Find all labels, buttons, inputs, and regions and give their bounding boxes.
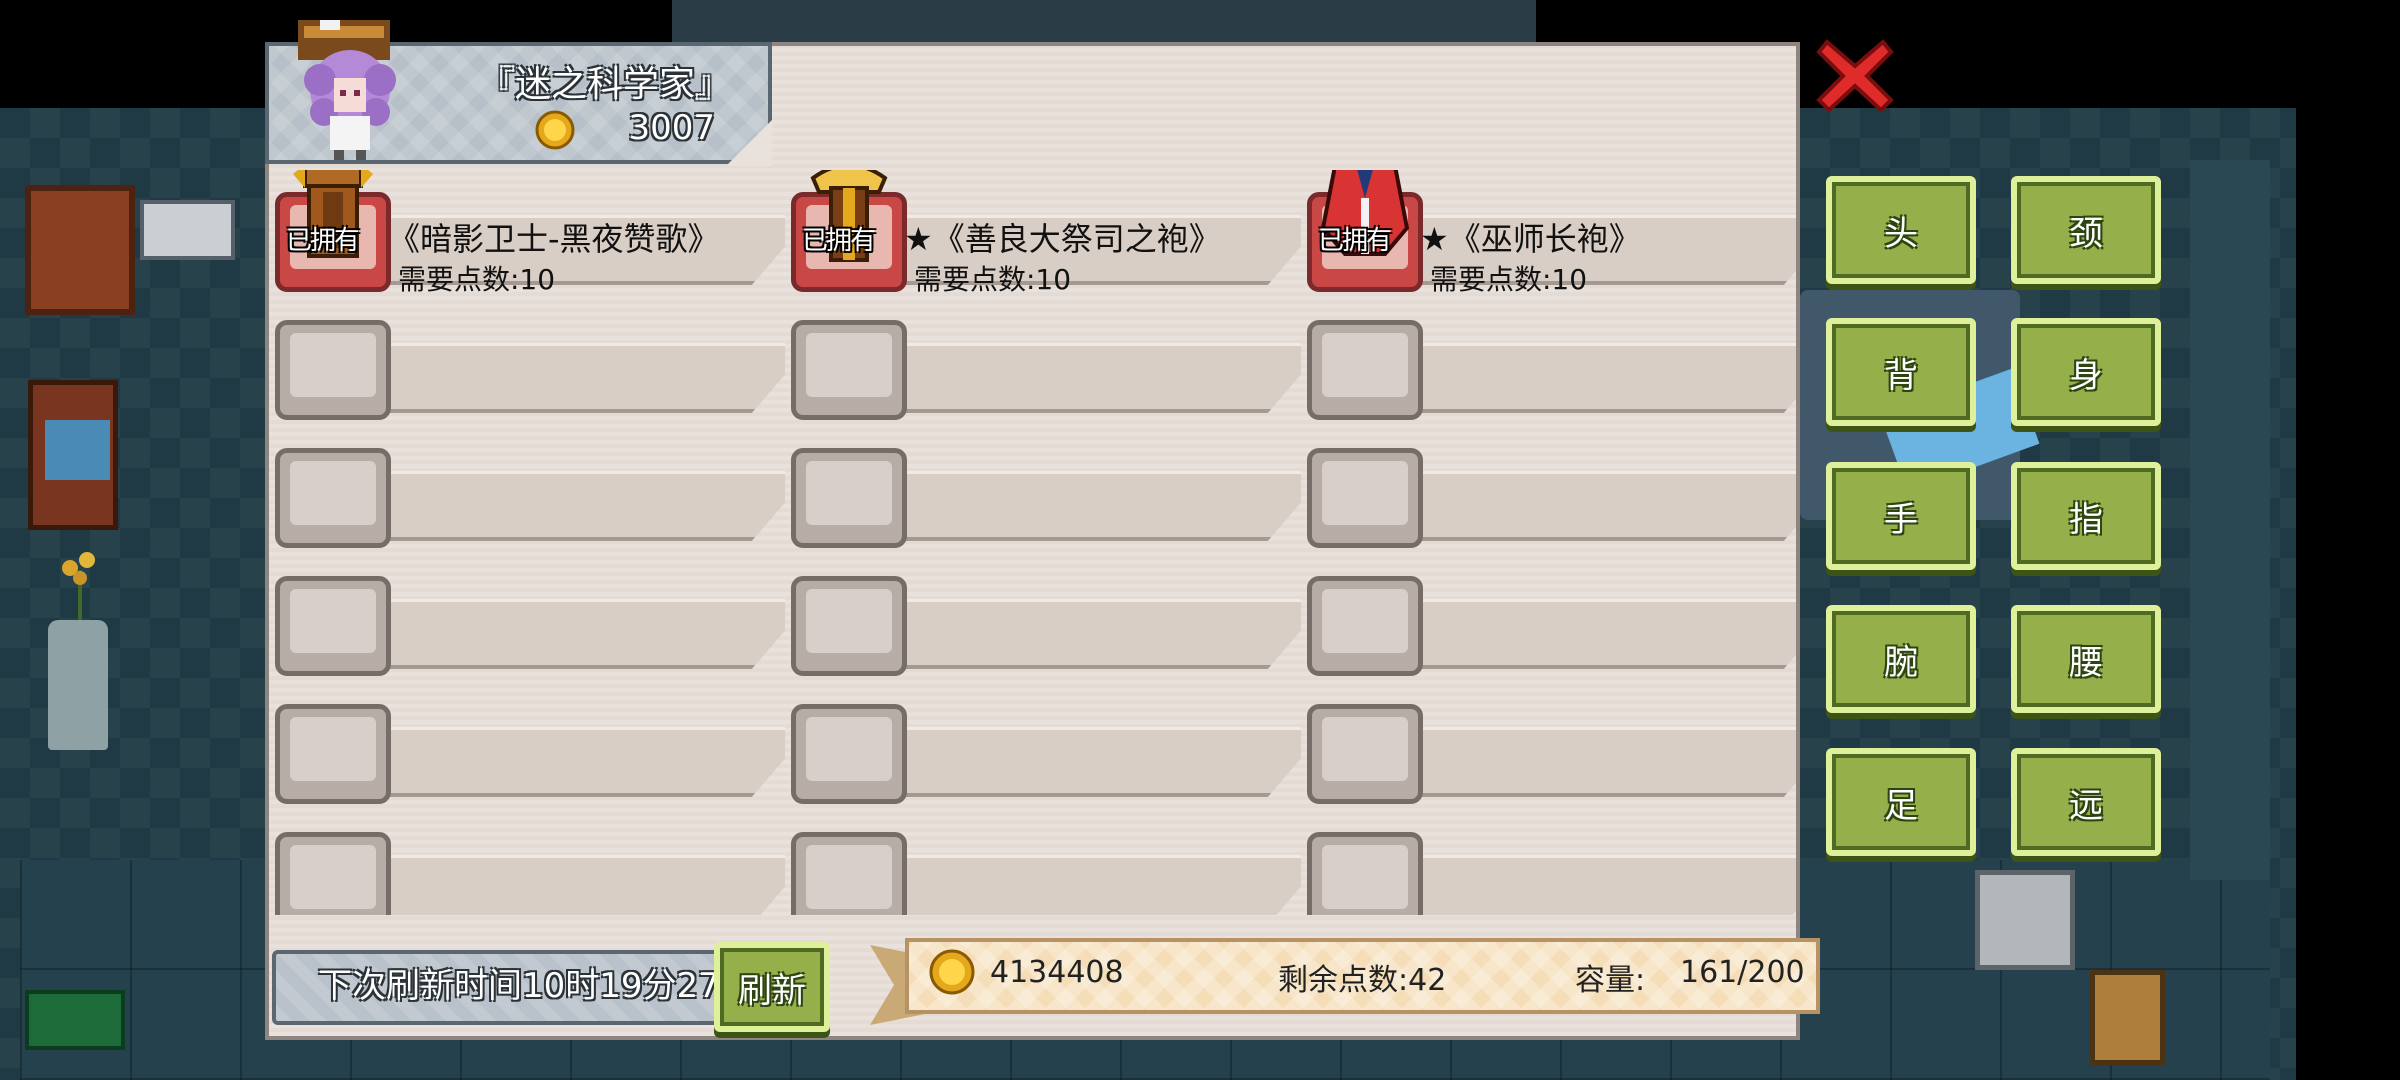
empty-item-cell[interactable] — [1302, 682, 1796, 804]
empty-item-slot — [791, 448, 907, 548]
character-card-fold — [726, 120, 772, 166]
empty-item-slot — [275, 576, 391, 676]
empty-item-slot — [791, 704, 907, 804]
item-row — [270, 682, 1796, 804]
capacity-label: 容量: — [1575, 963, 1646, 998]
background-circuit-board — [25, 990, 125, 1050]
capacity-value: 161/200 — [1680, 955, 1805, 990]
empty-item-cell[interactable] — [1302, 810, 1796, 915]
empty-item-slot — [1307, 832, 1423, 915]
category-waist-button[interactable]: 腰 — [2011, 605, 2161, 713]
gold-coin-icon — [929, 949, 975, 995]
empty-item-cell[interactable] — [270, 810, 790, 915]
scientist-avatar-icon — [298, 20, 396, 160]
gold-coin-icon — [535, 110, 575, 150]
empty-item-cell[interactable] — [270, 298, 790, 420]
item-cost: 需要点数:10 — [914, 263, 1072, 296]
owned-label: 已拥有 — [1318, 226, 1392, 256]
empty-item-cell[interactable] — [786, 298, 1306, 420]
item-row — [270, 554, 1796, 676]
background-right-wall — [2190, 160, 2270, 880]
item-grid: 已拥有 《暗影卫士-黑夜赞歌》 需要点数:10 已拥有 ★《善良大祭司之袍》 需… — [270, 170, 1796, 915]
item-row: 已拥有 《暗影卫士-黑夜赞歌》 需要点数:10 已拥有 ★《善良大祭司之袍》 需… — [270, 170, 1796, 296]
empty-item-cell[interactable] — [1302, 426, 1796, 548]
item-name: ★《善良大祭司之袍》 — [904, 220, 1221, 258]
category-head-button[interactable]: 头 — [1826, 176, 1976, 284]
category-body-button[interactable]: 身 — [2011, 318, 2161, 426]
empty-item-slot — [275, 704, 391, 804]
category-foot-button[interactable]: 足 — [1826, 748, 1976, 856]
empty-item-cell[interactable] — [786, 554, 1306, 676]
category-finger-button[interactable]: 指 — [2011, 462, 2161, 570]
background-lantern — [2090, 970, 2165, 1065]
empty-item-cell[interactable] — [1302, 298, 1796, 420]
item-row — [270, 298, 1796, 420]
character-name: 『迷之科学家』 — [478, 64, 731, 105]
background-vase — [48, 620, 108, 750]
category-back-button[interactable]: 背 — [1826, 318, 1976, 426]
item-row — [270, 426, 1796, 548]
category-hand-button[interactable]: 手 — [1826, 462, 1976, 570]
background-device — [140, 200, 235, 260]
refresh-button[interactable]: 刷新 — [714, 942, 830, 1032]
empty-item-cell[interactable] — [270, 682, 790, 804]
background-plant — [62, 552, 95, 630]
empty-item-cell[interactable] — [786, 810, 1306, 915]
character-coin-count: 3007 — [628, 108, 715, 148]
item-name: 《暗影卫士-黑夜赞歌》 — [388, 220, 720, 258]
item-cell[interactable]: 已拥有 ★《善良大祭司之袍》 需要点数:10 — [786, 170, 1306, 296]
empty-item-cell[interactable] — [270, 426, 790, 548]
empty-item-cell[interactable] — [786, 682, 1306, 804]
item-row — [270, 810, 1796, 915]
empty-item-slot — [275, 320, 391, 420]
background-cabinet — [25, 185, 135, 315]
remaining-points: 剩余点数:42 — [1278, 963, 1447, 998]
empty-item-slot — [1307, 704, 1423, 804]
owned-label: 已拥有 — [802, 226, 876, 256]
empty-item-cell[interactable] — [270, 554, 790, 676]
item-cell[interactable]: 已拥有 ★《巫师长袍》 需要点数:10 — [1302, 170, 1796, 296]
item-cost: 需要点数:10 — [1430, 263, 1588, 296]
empty-item-slot — [791, 576, 907, 676]
category-wrist-button[interactable]: 腕 — [1826, 605, 1976, 713]
empty-item-slot — [1307, 320, 1423, 420]
item-cost: 需要点数:10 — [398, 263, 556, 296]
empty-item-slot — [791, 320, 907, 420]
empty-item-slot — [1307, 576, 1423, 676]
refresh-timer: 下次刷新时间10时19分27 — [272, 950, 742, 1025]
empty-item-slot — [275, 448, 391, 548]
empty-item-slot — [275, 832, 391, 915]
empty-item-cell[interactable] — [786, 426, 1306, 548]
category-ranged-button[interactable]: 远 — [2011, 748, 2161, 856]
empty-item-slot — [1307, 448, 1423, 548]
item-name: ★《巫师长袍》 — [1420, 220, 1641, 258]
item-cell[interactable]: 已拥有 《暗影卫士-黑夜赞歌》 需要点数:10 — [270, 170, 790, 296]
close-icon[interactable] — [1815, 36, 1895, 116]
background-computer — [1975, 870, 2075, 970]
background-chair-seat — [45, 420, 110, 480]
category-neck-button[interactable]: 颈 — [2011, 176, 2161, 284]
empty-item-cell[interactable] — [1302, 554, 1796, 676]
owned-label: 已拥有 — [286, 226, 360, 256]
empty-item-slot — [791, 832, 907, 915]
gold-amount: 4134408 — [990, 955, 1124, 990]
